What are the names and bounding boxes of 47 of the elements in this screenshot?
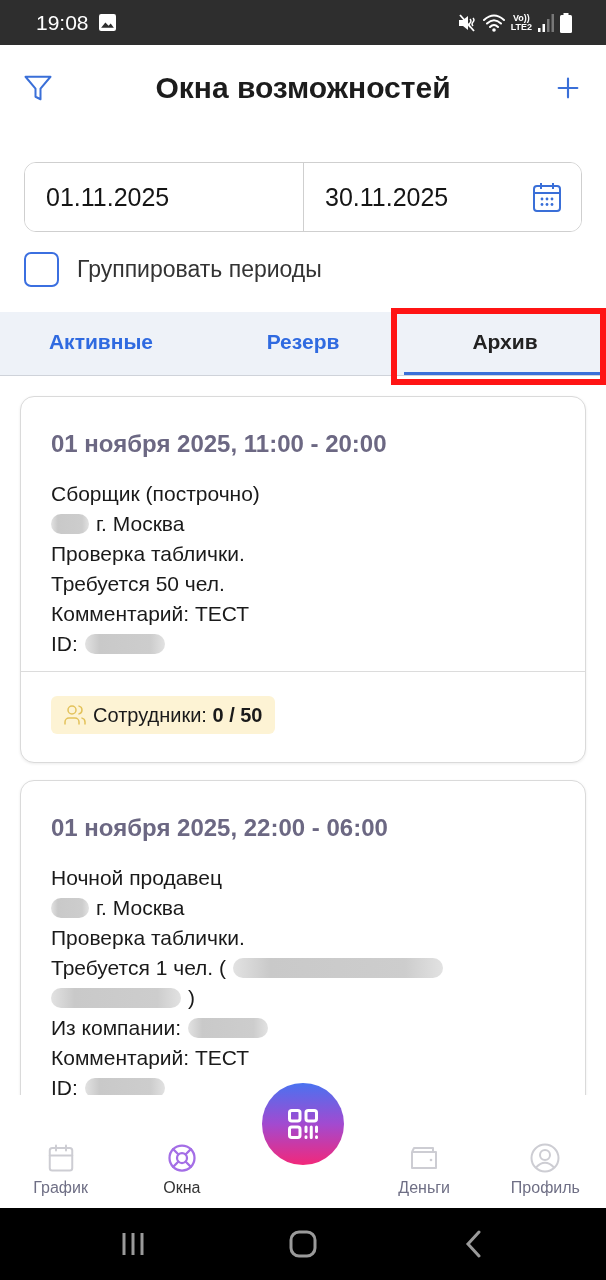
status-time: 19:08	[36, 10, 89, 35]
group-periods-checkbox[interactable]	[24, 252, 59, 287]
card-detail-text: Комментарий: ТЕСТ	[51, 601, 250, 627]
profile-icon	[530, 1143, 561, 1173]
shift-card[interactable]: 01 ноября 2025, 11:00 - 20:00 Сборщик (построчно) г. Москва Проверка таблички. Требуется 50 чел. Комментарий: ТЕСТ ID: Сотрудники: 0 / 50	[20, 396, 586, 763]
card-detail-text: Требуется 1 чел. (	[51, 955, 227, 981]
shift-time-title: 01 ноября 2025, 11:00 - 20:00	[51, 429, 388, 459]
card-detail-text: Требуется 50 чел.	[51, 571, 225, 597]
home-button[interactable]	[289, 1230, 317, 1258]
blurred-text	[51, 514, 89, 534]
network-label: LTE2	[510, 22, 532, 32]
card-detail-text: Проверка таблички.	[51, 541, 245, 567]
nav-item[interactable]: Деньги	[363, 1143, 485, 1198]
card-detail-text: Сборщик (построчно)	[51, 481, 260, 507]
home-icon	[289, 1230, 317, 1258]
mute-icon	[456, 12, 477, 33]
card-detail-text: ID:	[51, 1075, 78, 1095]
filter-icon	[23, 73, 53, 103]
people-icon	[63, 703, 87, 727]
card-detail-text: г. Москва	[96, 895, 185, 921]
lifebuoy-icon	[166, 1143, 197, 1173]
battery-icon	[560, 12, 572, 33]
card-detail-text: Комментарий: ТЕСТ	[51, 1045, 250, 1071]
blurred-text	[51, 898, 89, 918]
card-detail-text: Ночной продавец	[51, 865, 222, 891]
card-detail-text: )	[188, 985, 195, 1011]
page-title: Окна возможностей	[154, 71, 452, 105]
back-button[interactable]	[465, 1230, 481, 1258]
qr-code-icon	[285, 1106, 321, 1142]
nav-item[interactable]: Профиль	[484, 1143, 606, 1198]
card-detail-text: г. Москва	[96, 511, 185, 537]
shift-card[interactable]: 01 ноября 2025, 22:00 - 06:00 Ночной продавец г. Москва Проверка таблички. Требуется 1 чел. ( ) Из компании: Комментарий: ТЕСТ ID:	[20, 780, 586, 1095]
staff-count-text: Сотрудники: 0 / 50	[93, 703, 263, 727]
wifi-icon	[482, 13, 505, 32]
nav-item[interactable]: График	[0, 1143, 122, 1198]
card-detail-text: Из компании:	[51, 1015, 182, 1041]
group-periods-label: Группировать периоды	[77, 256, 322, 283]
back-icon	[465, 1230, 481, 1258]
card-detail-text: ID:	[51, 631, 78, 657]
image-icon	[98, 14, 116, 31]
recent-apps-icon	[121, 1231, 145, 1257]
nav-item[interactable]: Окна	[121, 1143, 243, 1198]
recent-apps-button[interactable]	[121, 1231, 145, 1257]
signal-icon	[538, 13, 554, 32]
card-detail-text: Проверка таблички.	[51, 925, 245, 951]
shift-time-title: 01 ноября 2025, 22:00 - 06:00	[51, 813, 389, 843]
volte-label: Vo))	[512, 13, 530, 23]
